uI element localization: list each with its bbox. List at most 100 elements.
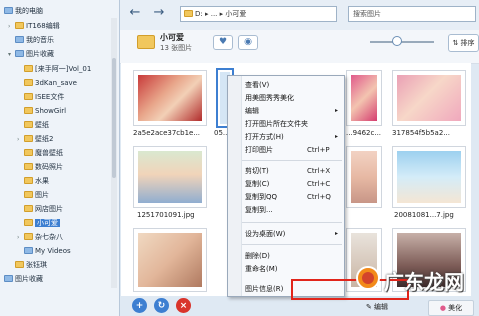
folder-icon [24,79,33,86]
pictures-folder-icon [15,50,24,57]
tree-item-isee[interactable]: ISEE文件 [24,92,64,103]
videos-folder-icon [24,247,33,254]
menu-separator [242,244,342,245]
tree-item-vol01[interactable]: [来手阿一]Vol_01 [24,64,91,75]
thumbnail[interactable] [392,70,466,126]
back-arrow-icon[interactable]: ← [128,6,142,20]
photo-image [351,151,377,203]
eye-icon[interactable]: ◉ [238,35,258,50]
submenu-arrow-icon: ▸ [335,230,339,237]
menu-separator [242,222,342,223]
forward-arrow-icon[interactable]: → [152,6,166,20]
tree-item-picture-collection[interactable]: ▾ 图片收藏 [8,49,54,60]
photo-image [138,75,202,121]
thumbnail-caption: 20081081...7.jpg [394,211,454,219]
music-folder-icon [15,36,24,43]
pictures-folder-icon [4,275,13,282]
folder-icon [24,149,33,156]
menu-item-copy[interactable]: 复制(C) Ctrl+C [228,178,344,190]
beautify-button[interactable]: ● 美化 [428,300,474,316]
tree-item-xiaokeai[interactable]: 小可爱 [24,218,60,229]
submenu-arrow-icon: ▸ [335,133,339,140]
menu-item-copy-to[interactable]: 复制到... [228,204,344,216]
context-menu: 查看(V) 用美图秀秀美化 编辑 ▸ 打开图片所在文件夹 打开方式(H) ▸ 打印图… [227,75,345,297]
watermark-text: 广东龙网 [384,270,464,294]
menu-item-view[interactable]: 查看(V) [228,79,344,91]
edit-button[interactable]: ✎ 编辑 [361,300,393,314]
sidebar-scrollbar[interactable] [111,18,117,288]
thumbnail-caption: 317854f5b5a2... [392,129,450,137]
sort-button[interactable]: ⇅ 排序 [448,34,479,52]
tree-item-fruit[interactable]: 水果 [24,176,49,187]
scrollbar-thumb[interactable] [112,58,116,178]
tree-item-showgirl[interactable]: ShowGirl [24,106,66,117]
menu-item-delete[interactable]: 删除(D) [228,250,344,262]
photo-image [397,151,461,203]
folder-icon [184,10,193,17]
menu-item-edit[interactable]: 编辑 ▸ [228,105,344,117]
menu-item-cut[interactable]: 剪切(T) Ctrl+X [228,165,344,177]
folder-icon [15,22,24,29]
tree-item-wallpaper[interactable]: 壁纸 [24,120,49,131]
thumbnail[interactable] [133,146,207,208]
address-bar[interactable]: D: ▸ ... ▸ 小可爱 [180,6,337,22]
add-button[interactable]: + [132,298,147,313]
folder-icon [15,261,24,268]
photo-image [351,75,377,121]
thumbnail[interactable] [133,228,207,292]
menu-item-open-folder[interactable]: 打开图片所在文件夹 [228,118,344,130]
folder-icon [24,121,33,128]
photo-image [138,151,202,203]
folder-icon [24,93,33,100]
tree-item-pictures[interactable]: 图片 [24,190,49,201]
tree-item-3dkan[interactable]: 3dKan_save [24,78,77,89]
folder-icon [24,163,33,170]
menu-item-open-with[interactable]: 打开方式(H) ▸ [228,131,344,143]
thumbnail[interactable] [346,70,382,126]
folder-icon [24,191,33,198]
thumbnail-caption: ...9462c... [346,129,382,137]
thumbnail[interactable] [133,70,207,126]
expander-icon[interactable]: › [8,21,15,32]
beautify-icon: ● [439,304,446,312]
folder-icon [137,35,155,49]
rotate-button[interactable]: ↻ [154,298,169,313]
menu-item-rename[interactable]: 重命名(M) [228,263,344,275]
photo-image [138,233,202,287]
tree-item-zhang[interactable]: 张钰琪 [8,260,47,271]
delete-button[interactable]: × [176,298,191,313]
folder-icon [24,107,33,114]
folder-icon [24,219,33,226]
tree-item-warcraft[interactable]: 魔兽壁纸 [24,148,63,159]
folder-icon [24,205,33,212]
tree-item-digital-photos[interactable]: 数码照片 [24,162,63,173]
heart-icon[interactable]: ♥ [213,35,233,50]
folder-title: 小可爱 [160,33,184,42]
tree-item-misc[interactable]: › 杂七杂八 [17,232,63,243]
menu-item-set-desktop[interactable]: 设为桌面(W) ▸ [228,228,344,240]
folder-icon [24,135,33,142]
tree-item-my-videos[interactable]: My Videos [17,246,71,257]
tree-item-it168[interactable]: › IT168编辑 [8,21,60,32]
tree-item-wallpaper2[interactable]: › 壁纸2 [17,134,53,145]
expander-icon[interactable]: › [17,134,24,145]
zoom-slider-knob[interactable] [392,36,402,46]
thumbnail[interactable] [346,146,382,208]
tree-item-my-computer[interactable]: 我的电脑 [4,6,43,17]
menu-separator [242,160,342,161]
folder-icon [24,233,33,240]
menu-item-meitu[interactable]: 用美图秀秀美化 [228,92,344,104]
zoom-slider[interactable] [370,41,434,43]
expander-icon[interactable]: ▾ [8,49,15,60]
tree-item-my-music[interactable]: 我的音乐 [8,35,54,46]
tree-item-shop-pictures[interactable]: 网店图片 [24,204,63,215]
thumbnail[interactable] [392,146,466,208]
thumbnail-caption: 1251701091.jpg [137,211,195,219]
tree-item-picture-collection-2[interactable]: 图片收藏 [4,274,43,285]
pencil-icon: ✎ [365,303,372,311]
search-input[interactable]: 搜索图片 [348,6,476,22]
expander-icon[interactable]: › [17,232,24,243]
menu-item-print[interactable]: 打印图片 Ctrl+P [228,144,344,156]
thumbnail-caption: 2a5e2ace37cb1e... [133,129,201,137]
menu-item-copy-to-qq[interactable]: 复制到QQ Ctrl+Q [228,191,344,203]
